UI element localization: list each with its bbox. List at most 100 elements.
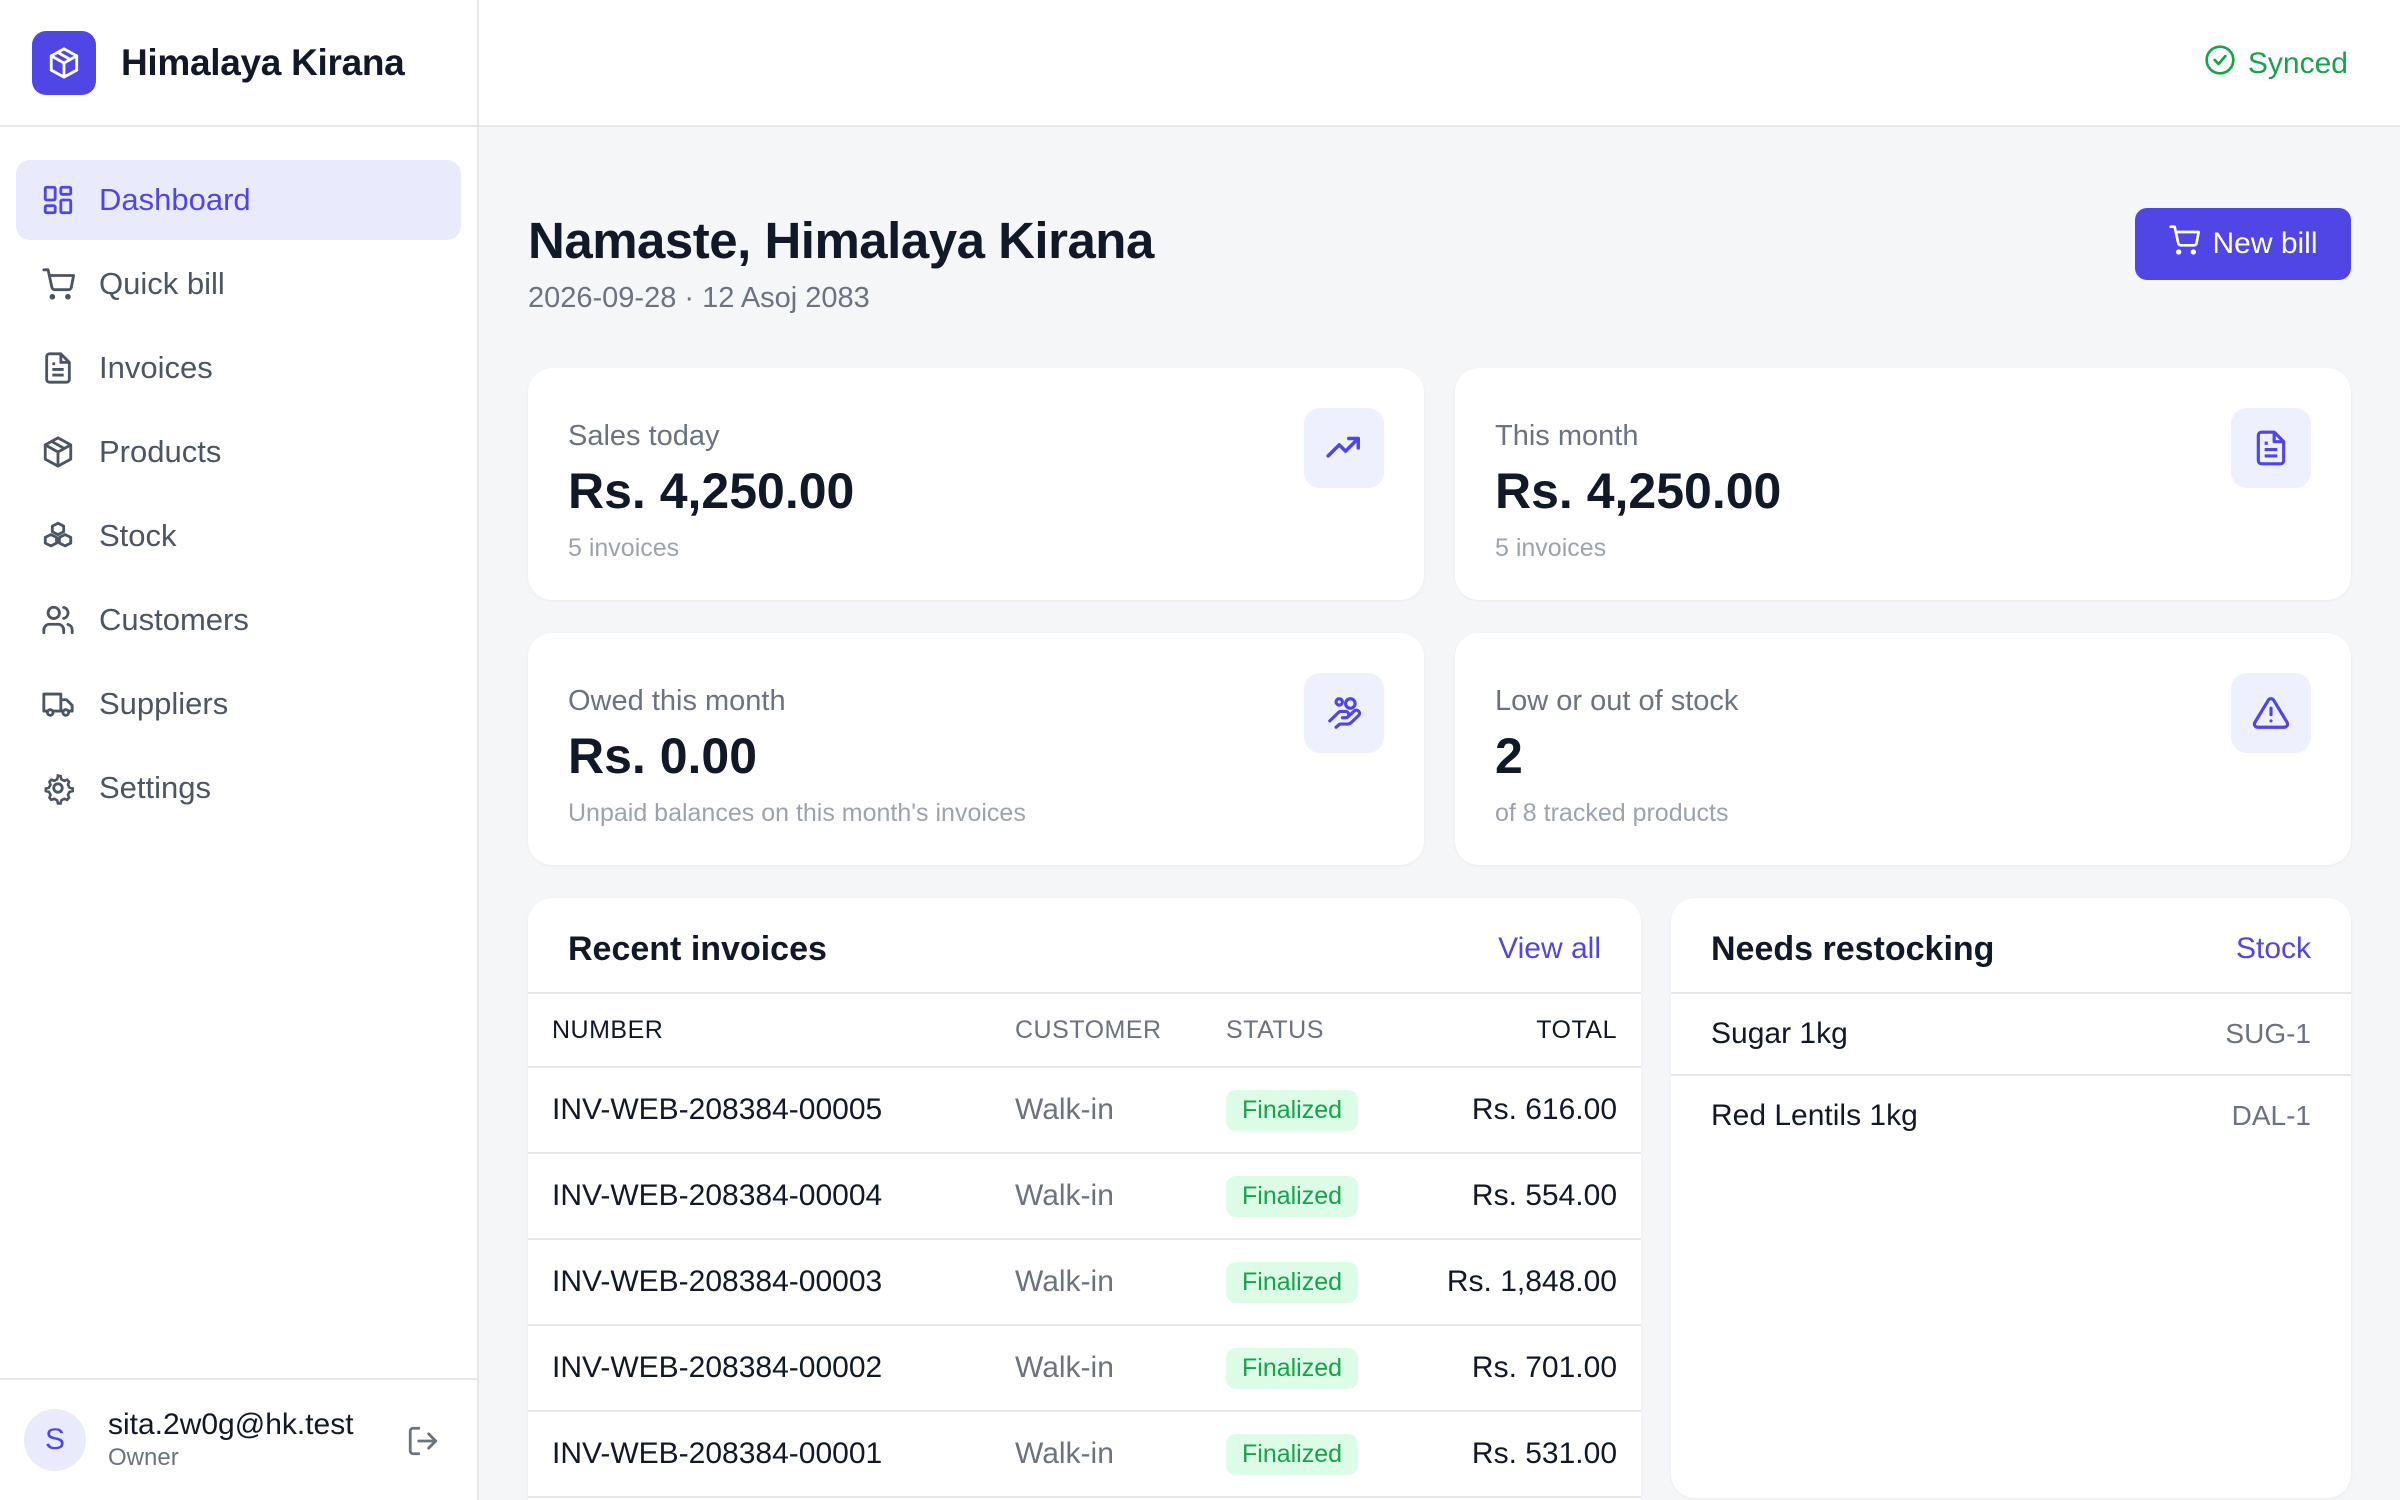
restock-item-name: Red Lentils 1kg <box>1711 1099 1918 1132</box>
check-circle-icon <box>2204 44 2236 84</box>
truck-icon <box>40 686 76 722</box>
cart-icon <box>40 266 76 302</box>
restock-item-sku: DAL-1 <box>2231 1100 2311 1131</box>
view-all-link[interactable]: View all <box>1498 932 1601 966</box>
sidebar-item-settings[interactable]: Settings <box>16 748 461 828</box>
restock-item-sku: SUG-1 <box>2225 1018 2311 1049</box>
page-date: 2026-09-28 · 12 Asoj 2083 <box>528 282 870 314</box>
package-icon <box>32 30 96 95</box>
user-bar: S sita.2w0g@hk.test Owner <box>0 1378 477 1500</box>
invoice-customer: Walk-in <box>1015 1411 1226 1498</box>
new-bill-label: New bill <box>2212 227 2318 260</box>
column-header-number[interactable]: NUMBER <box>528 992 1015 1068</box>
sidebar-item-dashboard[interactable]: Dashboard <box>16 160 461 240</box>
user-role: Owner <box>108 1444 179 1471</box>
invoice-status-cell: Finalized <box>1226 1325 1436 1412</box>
sidebar-item-label: Suppliers <box>99 686 229 721</box>
invoice-number: INV-WEB-208384-00005 <box>528 1067 1015 1154</box>
invoice-total: Rs. 531.00 <box>1436 1411 1641 1498</box>
sidebar-item-label: Customers <box>99 602 249 637</box>
sidebar-item-stock[interactable]: Stock <box>16 496 461 576</box>
stat-label: This month <box>1495 420 1639 452</box>
stat-label: Owed this month <box>568 685 786 717</box>
brand[interactable]: Himalaya Kirana <box>0 0 477 127</box>
stat-card-owed: Owed this month Rs. 0.00 Unpaid balances… <box>528 633 1424 865</box>
stat-value: Rs. 4,250.00 <box>1495 463 1782 519</box>
alert-triangle-icon <box>2231 673 2311 753</box>
restock-title: Needs restocking <box>1711 930 1995 968</box>
sidebar: Himalaya Kirana Dashboard Quick bill Inv… <box>0 0 479 1500</box>
column-header-total[interactable]: TOTAL <box>1436 992 1641 1068</box>
invoice-total: Rs. 1,848.00 <box>1436 1239 1641 1326</box>
invoice-status-cell: Finalized <box>1226 1067 1436 1154</box>
sidebar-item-label: Invoices <box>99 350 213 385</box>
trending-up-icon <box>1304 408 1384 488</box>
invoice-number: INV-WEB-208384-00002 <box>528 1325 1015 1412</box>
stat-card-this-month: This month Rs. 4,250.00 5 invoices <box>1455 368 2351 600</box>
stat-sub: 5 invoices <box>568 534 680 562</box>
sidebar-item-quick-bill[interactable]: Quick bill <box>16 244 461 324</box>
sidebar-item-label: Settings <box>99 770 212 805</box>
file-icon <box>40 350 76 386</box>
sidebar-item-customers[interactable]: Customers <box>16 580 461 660</box>
logout-icon[interactable] <box>406 1424 442 1460</box>
sidebar-item-label: Stock <box>99 518 177 553</box>
page-title: Namaste, Himalaya Kirana <box>528 212 1154 269</box>
table-row[interactable]: INV-WEB-208384-00002 Walk-in Finalized R… <box>528 1325 1641 1412</box>
recent-invoices-panel: Recent invoices View all NUMBER CUSTOMER… <box>528 898 1641 1500</box>
list-item[interactable]: Sugar 1kg SUG-1 <box>1671 992 2351 1074</box>
list-item[interactable]: Red Lentils 1kg DAL-1 <box>1671 1074 2351 1156</box>
invoice-total: Rs. 554.00 <box>1436 1153 1641 1240</box>
column-header-status[interactable]: STATUS <box>1226 992 1436 1068</box>
invoice-customer: Walk-in <box>1015 1239 1226 1326</box>
restock-item-name: Sugar 1kg <box>1711 1017 1848 1050</box>
sidebar-item-label: Dashboard <box>99 182 251 217</box>
status-badge: Finalized <box>1226 1089 1359 1131</box>
invoice-customer: Walk-in <box>1015 1325 1226 1412</box>
invoices-table: NUMBER CUSTOMER STATUS TOTAL INV-WEB-208… <box>528 992 1641 1498</box>
stat-sub: Unpaid balances on this month's invoices <box>568 799 1026 827</box>
invoice-total: Rs. 701.00 <box>1436 1325 1641 1412</box>
stat-sub: 5 invoices <box>1495 534 1607 562</box>
sync-status: Synced <box>2204 44 2348 84</box>
status-badge: Finalized <box>1226 1175 1359 1217</box>
sidebar-item-invoices[interactable]: Invoices <box>16 328 461 408</box>
cart-icon <box>2168 224 2201 264</box>
status-badge: Finalized <box>1226 1433 1359 1475</box>
column-header-customer[interactable]: CUSTOMER <box>1015 992 1226 1068</box>
invoice-number: INV-WEB-208384-00003 <box>528 1239 1015 1326</box>
stat-value: Rs. 0.00 <box>568 728 758 784</box>
table-row[interactable]: INV-WEB-208384-00001 Walk-in Finalized R… <box>528 1411 1641 1498</box>
stat-label: Sales today <box>568 420 720 452</box>
invoice-status-cell: Finalized <box>1226 1153 1436 1240</box>
invoice-number: INV-WEB-208384-00001 <box>528 1411 1015 1498</box>
table-row[interactable]: INV-WEB-208384-00003 Walk-in Finalized R… <box>528 1239 1641 1326</box>
stat-sub: of 8 tracked products <box>1495 799 1729 827</box>
stock-link[interactable]: Stock <box>2236 932 2311 966</box>
restock-panel: Needs restocking Stock Sugar 1kg SUG-1 R… <box>1671 898 2351 1498</box>
sidebar-item-suppliers[interactable]: Suppliers <box>16 664 461 744</box>
package-icon <box>40 434 76 470</box>
hand-coins-icon <box>1304 673 1384 753</box>
user-email: sita.2w0g@hk.test <box>108 1408 354 1441</box>
status-badge: Finalized <box>1226 1261 1359 1303</box>
table-row[interactable]: INV-WEB-208384-00004 Walk-in Finalized R… <box>528 1153 1641 1240</box>
status-badge: Finalized <box>1226 1347 1359 1389</box>
stat-label: Low or out of stock <box>1495 685 1739 717</box>
app-root: Himalaya Kirana Dashboard Quick bill Inv… <box>0 0 2400 1500</box>
table-row[interactable]: INV-WEB-208384-00005 Walk-in Finalized R… <box>528 1067 1641 1154</box>
sidebar-item-label: Products <box>99 434 222 469</box>
sync-status-label: Synced <box>2247 47 2348 80</box>
brand-name: Himalaya Kirana <box>121 41 405 83</box>
stat-card-low-stock: Low or out of stock 2 of 8 tracked produ… <box>1455 633 2351 865</box>
dashboard-grid-icon <box>40 182 76 218</box>
stat-value: Rs. 4,250.00 <box>568 463 855 519</box>
new-bill-button[interactable]: New bill <box>2135 208 2351 280</box>
invoice-number: INV-WEB-208384-00004 <box>528 1153 1015 1240</box>
invoice-status-cell: Finalized <box>1226 1411 1436 1498</box>
sidebar-item-products[interactable]: Products <box>16 412 461 492</box>
avatar[interactable]: S <box>24 1409 86 1471</box>
topbar: Synced <box>479 0 2400 127</box>
file-icon <box>2231 408 2311 488</box>
invoice-total: Rs. 616.00 <box>1436 1067 1641 1154</box>
